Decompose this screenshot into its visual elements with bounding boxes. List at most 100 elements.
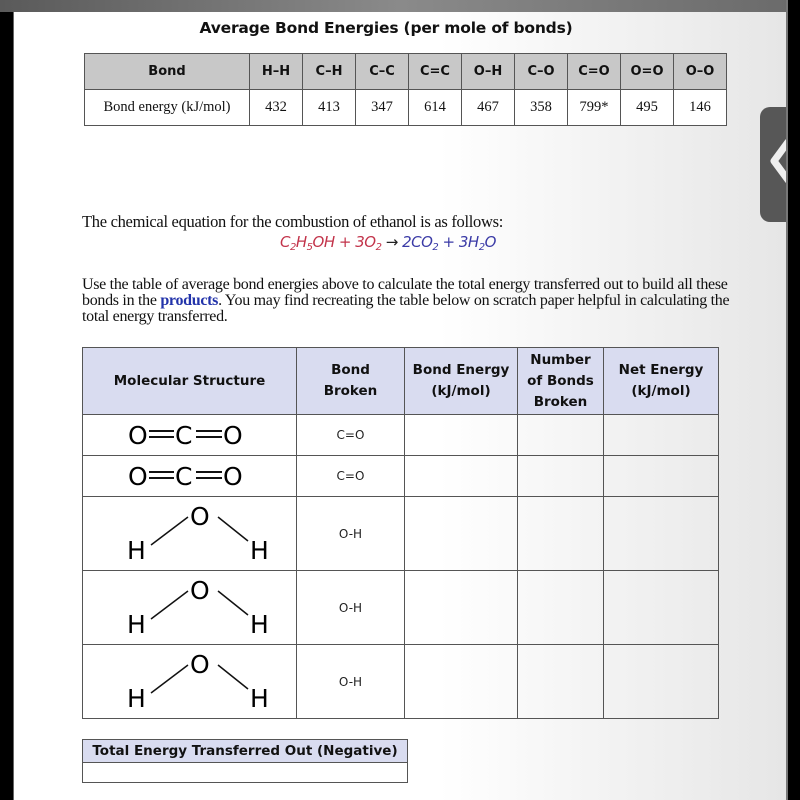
eq-part: C [280, 233, 290, 251]
bond-energy-value: 347 [355, 89, 409, 126]
right-edge [786, 0, 800, 800]
total-energy-input[interactable] [82, 762, 408, 783]
bond-name-cell: C–O [514, 53, 568, 90]
h2o-structure-diagram: O H H [127, 502, 269, 565]
single-bond-line [217, 590, 248, 616]
atom-hydrogen: H [127, 684, 146, 713]
total-energy-header: Total Energy Transferred Out (Negative) [82, 739, 408, 763]
h2o-structure: O H H [82, 570, 297, 645]
intro-text: The chemical equation for the combustion… [82, 212, 504, 231]
h2o-structure: O H H [82, 496, 297, 571]
atom-oxygen: O [223, 421, 243, 450]
header-number-of-bonds-text: Number of Bonds Broken [527, 351, 594, 410]
eq-part: H [295, 233, 307, 251]
co2-structure-diagram: O C O [128, 421, 243, 450]
bond-energy-input[interactable] [404, 496, 518, 571]
net-energy-input[interactable] [603, 496, 719, 571]
bond-energy-input[interactable] [404, 644, 518, 719]
bond-name-cell: C=C [408, 53, 462, 90]
atom-oxygen: O [190, 650, 210, 679]
document-page: Average Bond Energies (per mole of bonds… [14, 12, 786, 800]
atom-carbon: C [175, 462, 192, 491]
total-header-row: Total Energy Transferred Out (Negative) [82, 739, 408, 763]
table-row: O C O C=O [82, 455, 719, 497]
eq-plus: + [334, 233, 356, 251]
reactant-oxygen: 3O2 [355, 233, 382, 253]
bond-energy-input[interactable] [404, 570, 518, 645]
products-highlight: products [160, 292, 219, 309]
atom-oxygen: O [128, 421, 148, 450]
total-value-row [82, 762, 408, 783]
net-energy-input[interactable] [603, 455, 719, 497]
bond-energy-value: 413 [302, 89, 356, 126]
left-edge [0, 12, 14, 800]
h2o-structure-diagram: O H H [127, 576, 269, 639]
num-bonds-input[interactable] [517, 496, 604, 571]
net-energy-input[interactable] [603, 414, 719, 456]
bond-energy-table: Bond H–H C–H C–C C=C O–H C–O C=O O=O O–O… [84, 53, 727, 126]
bond-broken-cell: O-H [296, 570, 405, 645]
bond-energy-label: Bond energy (kJ/mol) [84, 89, 250, 126]
single-bond-line [217, 516, 248, 542]
side-collapse-tab[interactable] [760, 107, 786, 222]
bond-broken-cell: C=O [296, 414, 405, 456]
num-bonds-input[interactable] [517, 570, 604, 645]
num-bonds-input[interactable] [517, 455, 604, 497]
net-energy-input[interactable] [603, 644, 719, 719]
atom-hydrogen: H [250, 684, 269, 713]
reactant-ethanol: C2H5OH [280, 233, 336, 253]
eq-part: 3H [458, 233, 479, 251]
co2-structure: O C O [82, 414, 297, 456]
product-co2: 2CO2 [402, 233, 439, 253]
single-bond-line [150, 590, 188, 620]
table-row: O H H O-H [82, 496, 719, 571]
bond-energy-value: 614 [408, 89, 462, 126]
bond-work-table: Molecular Structure Bond Broken Bond Ene… [82, 347, 719, 719]
eq-part: OH [312, 233, 336, 251]
num-bonds-input[interactable] [517, 644, 604, 719]
num-bonds-input[interactable] [517, 414, 604, 456]
bond-energy-value: 432 [249, 89, 303, 126]
header-bond-broken-text: Bond Broken [323, 362, 378, 399]
header-net-energy-text: Net Energy (kJ/mol) [618, 362, 704, 399]
atom-hydrogen: H [250, 536, 269, 565]
header-bond-energy: Bond Energy (kJ/mol) [404, 347, 518, 415]
atom-hydrogen: H [127, 536, 146, 565]
bond-broken-cell: O-H [296, 496, 405, 571]
header-molecular-structure: Molecular Structure [82, 347, 297, 415]
co2-structure: O C O [82, 455, 297, 497]
bond-energy-value: 799* [567, 89, 621, 126]
bond-name-cell: O–O [673, 53, 727, 90]
bond-name-cell: O–H [461, 53, 515, 90]
atom-hydrogen: H [250, 610, 269, 639]
atom-oxygen: O [223, 462, 243, 491]
net-energy-input[interactable] [603, 570, 719, 645]
atom-oxygen: O [190, 576, 210, 605]
co2-structure-diagram: O C O [128, 462, 243, 491]
bond-broken-cell: C=O [296, 455, 405, 497]
bond-table-title: Average Bond Energies (per mole of bonds… [14, 19, 786, 37]
bond-energy-value: 146 [673, 89, 727, 126]
bond-header-row: Bond H–H C–H C–C C=C O–H C–O C=O O=O O–O [84, 53, 727, 90]
product-water: 3H2O [458, 233, 497, 253]
top-bar [0, 0, 800, 12]
atom-oxygen: O [190, 502, 210, 531]
bond-energy-row: Bond energy (kJ/mol) 432 413 347 614 467… [84, 89, 727, 126]
table-row: O C O C=O [82, 414, 719, 456]
eq-part: 3O [355, 233, 376, 251]
bond-energy-input[interactable] [404, 455, 518, 497]
bond-name-cell: C=O [567, 53, 621, 90]
bond-name-cell: C–H [302, 53, 356, 90]
bond-name-cell: H–H [249, 53, 303, 90]
bond-energy-input[interactable] [404, 414, 518, 456]
table-row: O H H O-H [82, 644, 719, 719]
header-bond-broken: Bond Broken [296, 347, 405, 415]
work-table-header: Molecular Structure Bond Broken Bond Ene… [82, 347, 719, 415]
bond-energy-value: 358 [514, 89, 568, 126]
reaction-arrow: → [381, 233, 403, 251]
screen-frame: Average Bond Energies (per mole of bonds… [0, 0, 800, 800]
eq-plus: + [438, 233, 459, 251]
single-bond-line [217, 664, 248, 690]
h2o-structure: O H H [82, 644, 297, 719]
bond-header-label: Bond [84, 53, 250, 90]
